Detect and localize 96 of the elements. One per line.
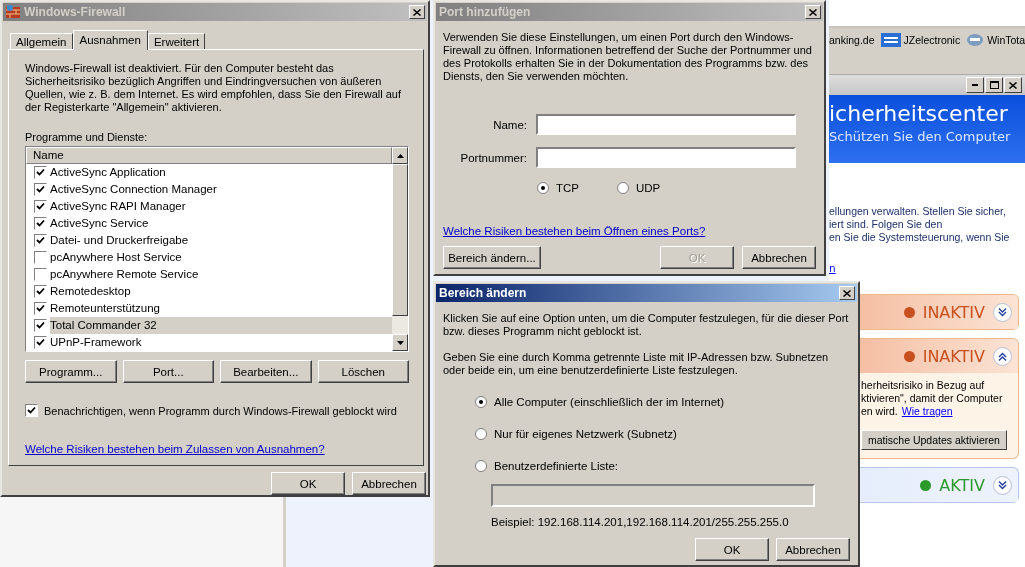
warning-text: Windows-Firewall ist deaktiviert. Für den Computer besteht das Sicherheitsrisiko bezüglich Angriffen und Eindringversuchen von äußeren Quellen, wie z. B. dem Internet. Es wird empfohlen, dass Sie den Firewall auf der Registerkarte "Allgemein" aktivieren. xyxy=(25,62,402,114)
list-item[interactable]: Total Commander 32 xyxy=(50,317,392,334)
help-link[interactable]: Wie tragen xyxy=(901,405,953,418)
scope-button[interactable]: Bereich ändern... xyxy=(443,246,541,269)
bookmark-link[interactable]: anking.de xyxy=(829,34,875,46)
card-text: en wird. xyxy=(861,405,898,418)
radio-button[interactable] xyxy=(475,460,487,472)
status-text: INAKTIV xyxy=(922,346,985,366)
chevron-down-icon xyxy=(998,307,1007,317)
radio-label: Nur für eigenes Netzwerk (Subnetz) xyxy=(494,428,677,440)
body-text: iert sind. Folgen Sie den xyxy=(829,218,944,231)
radio-label: UDP xyxy=(636,182,661,194)
header-subtitle: Schützen Sie den Computer xyxy=(829,129,1012,144)
radio-label: Benutzerdefinierte Liste: xyxy=(494,460,619,472)
list-item[interactable]: ActiveSync RAPI Manager xyxy=(50,198,392,215)
list-item[interactable]: ActiveSync Service xyxy=(50,215,392,232)
scrollbar[interactable] xyxy=(392,147,408,351)
text-link[interactable]: n xyxy=(829,262,836,274)
chevron-up-icon xyxy=(998,351,1007,361)
action-button[interactable]: Bearbeiten... xyxy=(220,360,312,383)
dialog-button[interactable]: OK xyxy=(695,538,769,561)
tab[interactable]: Ausnahmen xyxy=(72,30,148,50)
field-label: Name: xyxy=(492,118,527,131)
header-title: icherheitscenter xyxy=(829,101,1009,127)
tab[interactable]: Allgemein xyxy=(10,33,73,49)
card-text: herheitsrisiko in Bezug auf xyxy=(861,379,986,392)
action-button[interactable]: Programm... xyxy=(25,360,117,383)
dialog-button[interactable]: Abbrechen xyxy=(352,472,426,495)
close-icon xyxy=(1009,81,1017,89)
checkbox-label: Benachrichtigen, wenn Programm durch Windows-Firewall geblockt wird xyxy=(44,404,397,417)
action-button[interactable]: Löschen xyxy=(317,360,409,383)
window-title: Bereich ändern xyxy=(439,286,527,300)
column-header[interactable]: Name xyxy=(26,147,392,164)
help-link[interactable]: Welche Risiken bestehen beim Öffnen eines Ports? xyxy=(443,225,706,237)
close-icon xyxy=(413,8,421,16)
close-icon xyxy=(843,289,851,297)
close-button[interactable] xyxy=(839,286,855,300)
body-text: ellungen verwalten. Stellen Sie sicher, xyxy=(829,205,1007,218)
radio-button[interactable] xyxy=(537,182,549,194)
help-link[interactable]: Welche Risiken bestehen beim Zulassen von Ausnahmen? xyxy=(25,443,325,455)
checkbox[interactable] xyxy=(34,319,47,332)
close-button[interactable] xyxy=(1004,77,1022,93)
card-text: ktivieren", damit der Computer xyxy=(861,392,1004,405)
enable-updates-button[interactable]: matische Updates aktivieren xyxy=(861,430,1007,450)
list-item[interactable]: Remotedesktop xyxy=(50,283,392,300)
list-item[interactable]: pcAnywhere Host Service xyxy=(50,249,392,266)
radio-button[interactable] xyxy=(475,428,487,440)
checkbox[interactable] xyxy=(34,336,47,349)
list-item[interactable]: ActiveSync Application xyxy=(50,164,392,181)
logo-icon xyxy=(966,33,985,47)
maximize-button[interactable] xyxy=(985,77,1003,93)
instruction-text: Geben Sie eine durch Komma getrennte Liste mit IP-Adressen bzw. Subnetzen oder beide ein, um eine benutzerdefinierte Liste festzulegen. xyxy=(443,351,830,377)
field-label: Portnummer: xyxy=(459,151,527,164)
radio-button[interactable] xyxy=(475,396,487,408)
dialog-button[interactable]: Abbrechen xyxy=(742,246,816,269)
list-item[interactable]: Datei- und Druckerfreigabe xyxy=(50,232,392,249)
close-button[interactable] xyxy=(409,5,425,19)
list-item[interactable]: Remoteunterstützung xyxy=(50,300,392,317)
checkbox[interactable] xyxy=(25,404,38,417)
close-icon xyxy=(809,8,817,16)
close-button[interactable] xyxy=(805,5,821,19)
input-field[interactable] xyxy=(536,147,796,168)
list-item[interactable]: UPnP-Framework xyxy=(50,334,392,351)
bookmark-link[interactable]: JZelectronic xyxy=(903,34,961,46)
chevron-down-icon xyxy=(998,480,1007,490)
bookmark-link[interactable]: WinTota xyxy=(987,34,1025,46)
expand-button[interactable] xyxy=(993,346,1012,366)
dialog-button[interactable]: OK xyxy=(271,472,345,495)
intro-text: Klicken Sie auf eine Option unten, um die Computer festzulegen, für die dieser Port bzw. dieses Programm nicht geblockt ist. xyxy=(443,312,850,338)
window-title: Windows-Firewall xyxy=(24,5,126,19)
list-label: Programme und Dienste: xyxy=(25,131,149,143)
dialog-button[interactable]: Abbrechen xyxy=(776,538,850,561)
scroll-down-icon xyxy=(396,340,404,345)
scroll-up-icon xyxy=(396,153,404,158)
radio-label: Alle Computer (einschließlich der im Internet) xyxy=(494,396,725,408)
expand-button[interactable] xyxy=(993,302,1012,322)
status-text: INAKTIV xyxy=(922,302,985,322)
minimize-icon xyxy=(972,84,978,86)
list-item[interactable]: ActiveSync Connection Manager xyxy=(50,181,392,198)
list-item[interactable]: pcAnywhere Remote Service xyxy=(50,266,392,283)
maximize-icon xyxy=(989,81,999,89)
tab[interactable]: Erweitert xyxy=(147,33,206,49)
action-button[interactable]: Port... xyxy=(122,360,214,383)
status-text: AKTIV xyxy=(939,475,985,495)
radio-label: TCP xyxy=(556,182,579,194)
body-text: en Sie die Systemsteuerung, wenn Sie xyxy=(829,231,1011,244)
example-text: Beispiel: 192.168.114.201,192.168.114.201/255.255.255.0 xyxy=(491,516,790,528)
radio-button[interactable] xyxy=(617,182,629,194)
input-field[interactable] xyxy=(536,114,796,135)
expand-button[interactable] xyxy=(993,475,1012,495)
window-title: Port hinzufügen xyxy=(439,5,531,19)
firewall-icon xyxy=(6,5,20,19)
minimize-button[interactable] xyxy=(966,77,984,93)
logo-icon xyxy=(880,33,901,47)
intro-text: Verwenden Sie diese Einstellungen, um einen Port durch den Windows-Firewall zu öffnen. Informationen betreffend der Suche der Portnummer und des Protokolls erhalten Sie in der Dokumentation des Programms bzw. des Diensts, den Sie verwenden möchten. xyxy=(443,31,813,83)
input-field[interactable] xyxy=(491,484,815,507)
